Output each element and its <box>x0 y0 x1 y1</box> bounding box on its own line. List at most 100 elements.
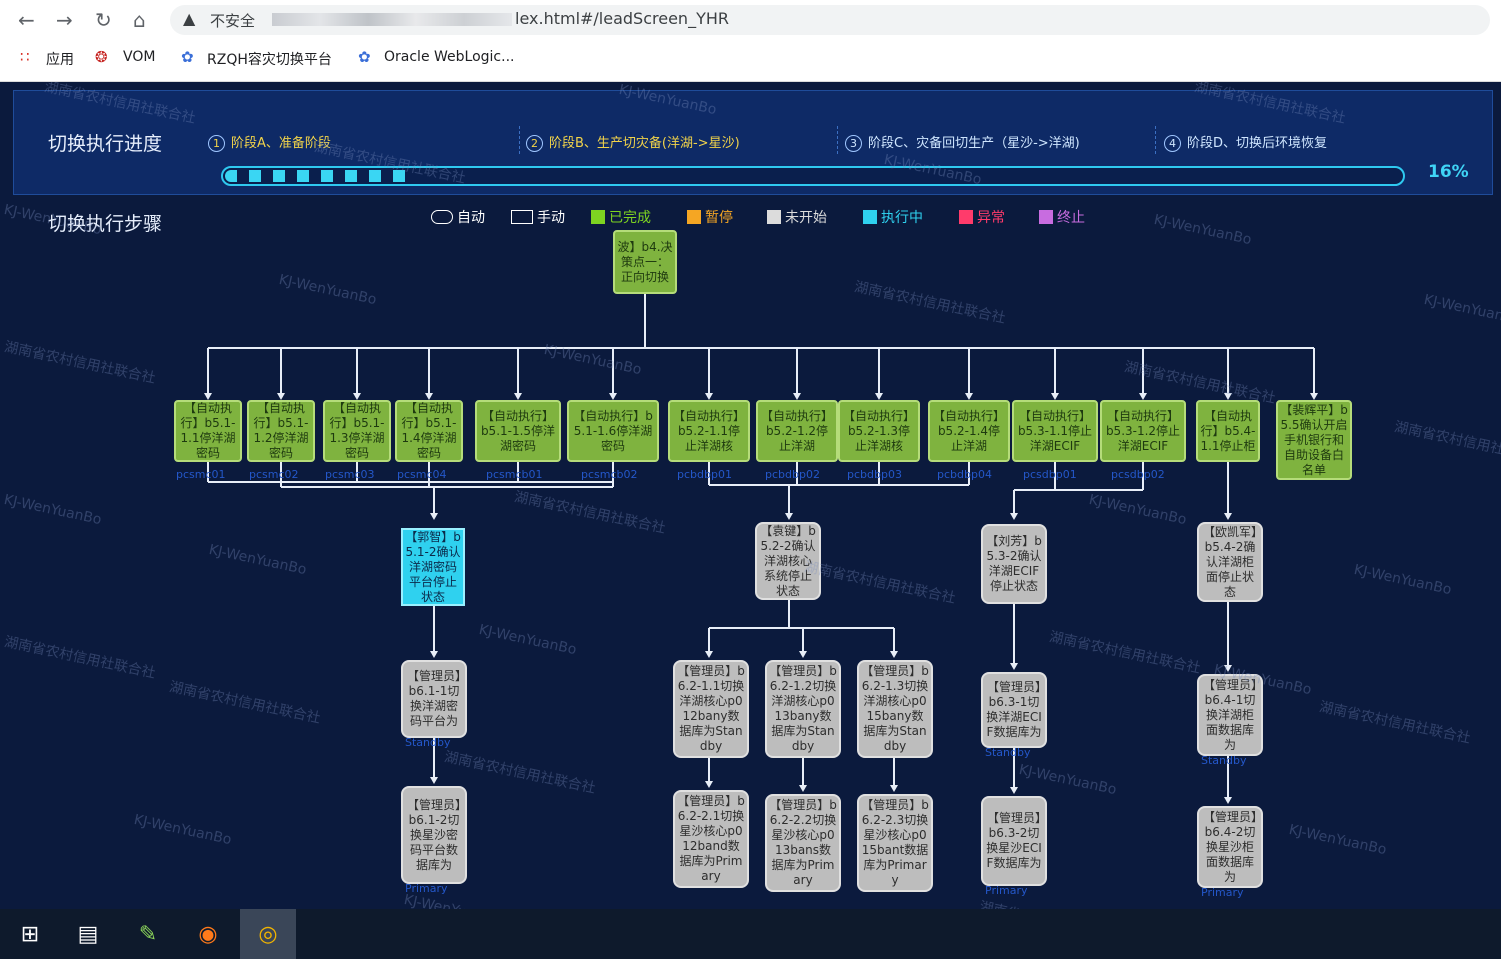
weblogic-leaf-icon: ✿ <box>181 48 194 66</box>
step-node-r3[interactable]: 【管理员】b6.2-1.3切换洋湖核心p015bany数据库为Standby <box>857 660 933 758</box>
connector-arrow <box>1224 665 1232 672</box>
connector-arrow <box>1051 393 1059 400</box>
connector-arrow <box>705 781 713 788</box>
connector-arrow <box>1010 663 1018 670</box>
step-node-r3[interactable]: 【管理员】b6.1-1切换洋湖密码平台为 <box>401 660 467 738</box>
connector-arrow <box>430 777 438 784</box>
step-node-r1[interactable]: 【裴辉平】b5.5确认开启手机银行和自助设备白名单 <box>1276 400 1352 480</box>
connector-arrow <box>1139 393 1147 400</box>
step-node-r1[interactable]: 【自动执行】b5.2-1.3停止洋湖核 <box>838 400 920 462</box>
connector-arrow <box>1010 513 1018 520</box>
connector-arrow <box>1310 393 1318 400</box>
connector-arrow <box>793 393 801 400</box>
bookmark-vom[interactable]: VOM <box>123 49 155 65</box>
step-node-r1[interactable]: 【自动执行】b5.4-1.1停止柜 <box>1196 400 1260 462</box>
apps-grid-icon: ∷ <box>20 48 30 66</box>
node-state-label: Primary <box>985 884 1028 897</box>
flow-diagram <box>204 294 1318 804</box>
step-node-r4[interactable]: 【管理员】b6.4-2切换星沙柜面数据库为 <box>1197 806 1263 888</box>
connector-arrow <box>785 513 793 520</box>
node-state-label: Standby <box>1201 754 1247 767</box>
node-host-label: pcsmc02 <box>249 468 299 481</box>
step-node-root[interactable]: 波】b4.决策点一：正向切换 <box>613 230 677 294</box>
step-node-r3[interactable]: 【管理员】b6.3-1切换洋湖ECIF数据库为 <box>981 672 1047 748</box>
task-view-icon[interactable]: ▤ <box>60 909 116 959</box>
node-host-label: pcsmc01 <box>176 468 226 481</box>
connector-arrow <box>277 393 285 400</box>
step-node-r1[interactable]: 【自动执行】b5.1-1.2停洋湖密码 <box>247 400 315 462</box>
back-arrow-icon[interactable]: ← <box>18 8 35 32</box>
connector-arrow <box>705 393 713 400</box>
step-node-r1[interactable]: 【自动执行】b5.1-1.1停洋湖密码 <box>174 400 242 462</box>
step-node-r1[interactable]: 【自动执行】b5.1-1.4停洋湖密码 <box>395 400 463 462</box>
weblogic-leaf-icon: ✿ <box>358 48 371 66</box>
step-node-r1[interactable]: 【自动执行】b5.2-1.1停止洋湖核 <box>668 400 750 462</box>
connector-arrow <box>514 393 522 400</box>
home-icon[interactable]: ⌂ <box>133 8 146 32</box>
connector-arrow <box>890 785 898 792</box>
node-state-label: Primary <box>1201 886 1244 899</box>
step-node-r1[interactable]: 【自动执行】b5.1-1.6停洋湖密码 <box>567 400 659 462</box>
forward-arrow-icon[interactable]: → <box>56 8 73 32</box>
windows-taskbar: ⊞ ▤ ✎ ◉ ◎ <box>0 909 1501 959</box>
connector-arrow <box>1224 393 1232 400</box>
node-host-label: pcsmc03 <box>325 468 375 481</box>
step-node-r1[interactable]: 【自动执行】b5.2-1.4停止洋湖 <box>928 400 1010 462</box>
vom-logo-icon: ❂ <box>95 48 108 66</box>
connector-arrow <box>799 651 807 658</box>
url-text[interactable]: lex.html#/leadScreen_YHR <box>515 9 729 28</box>
node-host-label: pcsmc04 <box>397 468 447 481</box>
connector-arrow <box>430 651 438 658</box>
browser-chrome: ← → ↻ ⌂ ▲ 不安全 lex.html#/leadScreen_YHR ∷… <box>0 0 1501 82</box>
step-node-r4[interactable]: 【管理员】b6.2-2.1切换星沙核心p012band数据库为Primary <box>673 790 749 888</box>
bookmark-apps[interactable]: 应用 <box>46 49 74 69</box>
connector-arrow <box>425 393 433 400</box>
connector-arrow <box>1224 797 1232 804</box>
step-node-r4[interactable]: 【管理员】b6.2-2.3切换星沙核心p015bant数据库为Primary <box>857 794 933 892</box>
security-label: 不安全 <box>210 12 256 30</box>
step-node-r3[interactable]: 【管理员】b6.4-1切换洋湖柜面数据库为 <box>1197 674 1263 756</box>
step-node-r2[interactable]: 【刘芳】b5.3-2确认洋湖ECIF停止状态 <box>981 524 1047 604</box>
connector-arrow <box>875 393 883 400</box>
connector-arrow <box>1010 787 1018 794</box>
lead-screen: 切换执行进度 1 阶段A、准备阶段 2 阶段B、生产切灾备(洋湖->星沙) 3 阶段C… <box>3 82 1501 909</box>
step-node-r1[interactable]: 【自动执行】b5.1-1.3停洋湖密码 <box>323 400 391 462</box>
bookmark-rzqh[interactable]: RZQH容灾切换平台 <box>207 49 332 69</box>
notepad-chart-icon[interactable]: ✎ <box>120 909 176 959</box>
node-state-label: Primary <box>405 882 448 895</box>
step-node-r1[interactable]: 【自动执行】b5.1-1.5停洋湖密码 <box>475 400 561 462</box>
step-node-r1[interactable]: 【自动执行】b5.2-1.2停止洋湖 <box>756 400 838 462</box>
node-host-label: pcbdbp01 <box>677 468 732 481</box>
step-node-r4[interactable]: 【管理员】b6.2-2.2切换星沙核心p013bans数据库为Primary <box>765 794 841 892</box>
node-host-label: pcbdbp03 <box>847 468 902 481</box>
connector-arrow <box>890 651 898 658</box>
connector-arrow <box>705 651 713 658</box>
step-node-r2[interactable]: 【袁键】b5.2-2确认洋湖核心系统停止状态 <box>755 522 821 600</box>
node-state-label: Standby <box>985 746 1031 759</box>
windows-start-icon[interactable]: ⊞ <box>2 909 58 959</box>
step-node-r1[interactable]: 【自动执行】b5.3-1.2停止洋湖ECIF <box>1100 400 1186 462</box>
firefox-icon[interactable]: ◉ <box>180 909 236 959</box>
step-node-r4[interactable]: 【管理员】b6.1-2切换星沙密码平台数据库为 <box>401 786 467 884</box>
connector-arrow <box>965 393 973 400</box>
node-host-label: pcsmcb02 <box>581 468 638 481</box>
warning-triangle-icon: ▲ <box>183 9 196 28</box>
node-host-label: pcsdbp01 <box>1023 468 1077 481</box>
node-host-label: pcbdbp02 <box>765 468 820 481</box>
bookmark-weblogic[interactable]: Oracle WebLogic... <box>384 49 514 65</box>
step-node-r1[interactable]: 【自动执行】b5.3-1.1停止洋湖ECIF <box>1012 400 1098 462</box>
connector-arrow <box>204 393 212 400</box>
step-node-r2[interactable]: 【欧凯军】b5.4-2确认洋湖柜面停止状态 <box>1197 522 1263 602</box>
step-node-r3[interactable]: 【管理员】b6.2-1.2切换洋湖核心p013bany数据库为Standby <box>765 660 841 758</box>
step-node-r3[interactable]: 【管理员】b6.2-1.1切换洋湖核心p012bany数据库为Standby <box>673 660 749 758</box>
url-redacted-segment <box>272 13 512 26</box>
chrome-icon[interactable]: ◎ <box>240 909 296 959</box>
connector-arrow <box>430 513 438 520</box>
node-host-label: pcbdbp04 <box>937 468 992 481</box>
step-node-r2[interactable]: 【郭智】b5.1-2确认洋湖密码平台停止状态 <box>401 528 465 606</box>
reload-icon[interactable]: ↻ <box>95 8 112 32</box>
connector-arrow <box>1224 513 1232 520</box>
node-host-label: pcsdbp02 <box>1111 468 1165 481</box>
node-host-label: pcsmcb01 <box>486 468 543 481</box>
step-node-r4[interactable]: 【管理员】b6.3-2切换星沙ECIF数据库为 <box>981 796 1047 886</box>
